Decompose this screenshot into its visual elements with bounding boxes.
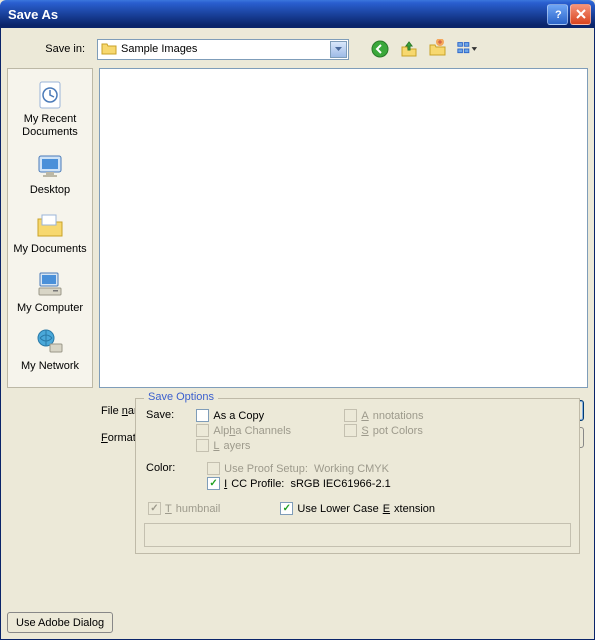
place-recent[interactable]: My Recent Documents	[11, 73, 89, 144]
checkbox-icon	[344, 424, 357, 437]
checkbox-icon[interactable]	[196, 409, 209, 422]
checkbox-icon	[196, 439, 209, 452]
recent-icon	[34, 79, 66, 111]
opt-annotations: Annotations	[344, 409, 492, 422]
opt-icc[interactable]: ✓ ICC Profile: sRGB IEC61966-2.1	[207, 477, 503, 490]
place-label: My Computer	[17, 302, 83, 315]
file-list-area[interactable]	[99, 68, 588, 388]
checkbox-icon[interactable]: ✓	[280, 502, 293, 515]
opt-proof: Use Proof Setup: Working CMYK	[207, 462, 503, 475]
up-one-level-button[interactable]	[398, 38, 420, 60]
place-network[interactable]: My Network	[11, 320, 89, 379]
places-bar: My Recent Documents Desktop My Documents…	[7, 68, 93, 388]
opt-thumbnail: ✓ Thumbnail	[148, 502, 220, 515]
svg-text:?: ?	[555, 9, 562, 20]
help-button[interactable]: ?	[547, 4, 568, 25]
place-mycomputer[interactable]: My Computer	[11, 262, 89, 321]
close-button[interactable]	[570, 4, 591, 25]
titlebar: Save As ?	[0, 0, 595, 28]
opt-spot: Spot Colors	[344, 424, 492, 437]
place-label: My Network	[21, 360, 79, 373]
place-desktop[interactable]: Desktop	[11, 144, 89, 203]
window-title: Save As	[4, 7, 547, 22]
checkbox-icon	[196, 424, 209, 437]
checkbox-icon	[344, 409, 357, 422]
desktop-icon	[34, 150, 66, 182]
opt-alpha: Alpha Channels	[196, 424, 344, 437]
checkbox-icon: ✓	[148, 502, 161, 515]
opt-layers: Layers	[196, 439, 344, 452]
view-menu-button[interactable]	[456, 38, 478, 60]
place-label: My Recent Documents	[13, 113, 87, 138]
dialog-body: Save in: Sample Images	[0, 28, 595, 640]
savein-dropdown[interactable]: Sample Images	[97, 39, 349, 60]
opt-lowercase[interactable]: ✓ Use Lower Case Extension	[280, 502, 435, 515]
opt-as-copy[interactable]: As a Copy	[196, 409, 344, 422]
chevron-down-icon[interactable]	[330, 41, 347, 58]
savein-value: Sample Images	[121, 43, 197, 55]
checkbox-icon	[207, 462, 220, 475]
computer-icon	[34, 268, 66, 300]
info-textbox	[144, 523, 571, 547]
mydocs-icon	[34, 209, 66, 241]
options-title: Save Options	[144, 391, 218, 403]
place-mydocs[interactable]: My Documents	[11, 203, 89, 262]
new-folder-button[interactable]	[427, 38, 449, 60]
place-label: Desktop	[30, 184, 70, 197]
savein-label: Save in:	[11, 43, 91, 55]
network-icon	[34, 326, 66, 358]
back-button[interactable]	[369, 38, 391, 60]
place-label: My Documents	[13, 243, 86, 256]
save-options-group: Save Options Save: As a Copy Annotations…	[135, 398, 580, 554]
use-adobe-dialog-button[interactable]: Use Adobe Dialog	[7, 612, 113, 633]
checkbox-icon[interactable]: ✓	[207, 477, 220, 490]
folder-icon	[101, 41, 117, 57]
color-row-label: Color:	[146, 462, 207, 492]
save-row-label: Save:	[146, 409, 196, 454]
